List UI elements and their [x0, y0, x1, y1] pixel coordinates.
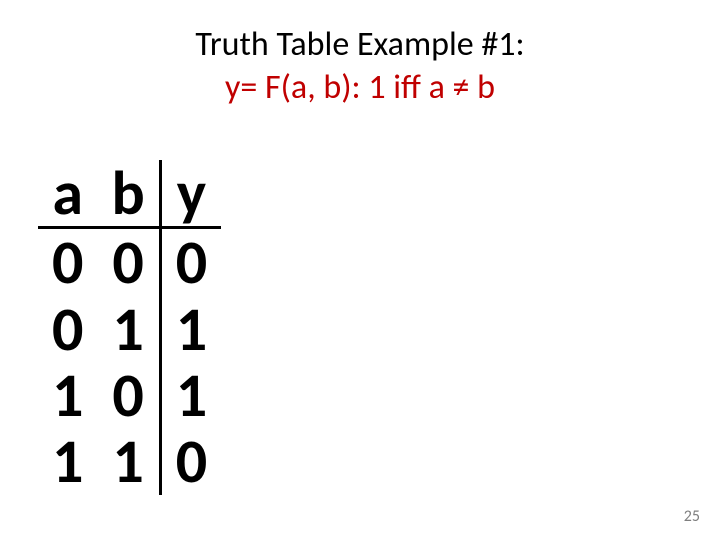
cell-y: 0: [160, 428, 221, 494]
table-row: 0 1 1: [38, 296, 221, 362]
truth-table: a b y 0 0 0 0 1 1 1 0 1 1 1 0: [38, 160, 221, 495]
col-header-y: y: [160, 160, 221, 228]
cell-y: 0: [160, 228, 221, 296]
slide-title: Truth Table Example #1: y= F(a, b): 1 if…: [0, 0, 720, 108]
cell-b: 1: [97, 296, 160, 362]
cell-b: 0: [97, 362, 160, 428]
col-header-b: b: [97, 160, 160, 228]
title-line-1: Truth Table Example #1:: [0, 24, 720, 65]
cell-a: 1: [38, 428, 97, 494]
cell-y: 1: [160, 296, 221, 362]
table-row: 0 0 0: [38, 228, 221, 296]
title-line-2: y= F(a, b): 1 iff a ≠ b: [0, 67, 720, 108]
page-number: 25: [684, 507, 700, 526]
cell-a: 0: [38, 296, 97, 362]
slide: { "title": { "line1": "Truth Table Examp…: [0, 0, 720, 540]
cell-a: 0: [38, 228, 97, 296]
cell-a: 1: [38, 362, 97, 428]
cell-b: 0: [97, 228, 160, 296]
table-row: 1 0 1: [38, 362, 221, 428]
col-header-a: a: [38, 160, 97, 228]
table-header-row: a b y: [38, 160, 221, 228]
cell-b: 1: [97, 428, 160, 494]
table-row: 1 1 0: [38, 428, 221, 494]
cell-y: 1: [160, 362, 221, 428]
